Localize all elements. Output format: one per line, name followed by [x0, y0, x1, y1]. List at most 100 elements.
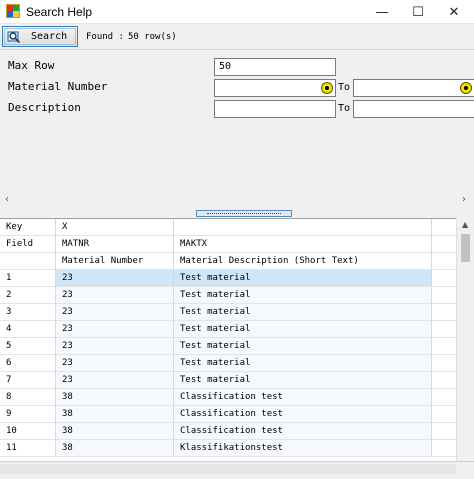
table-row[interactable]: 11 38 Klassifikationstest: [0, 440, 456, 457]
material-number-from-input[interactable]: [214, 79, 336, 97]
grid-cell[interactable]: 38: [56, 389, 174, 406]
grid-cell: Field: [0, 236, 56, 253]
grid-cell[interactable]: 8: [0, 389, 56, 406]
grid-cell[interactable]: Test material: [174, 287, 432, 304]
grid-cell[interactable]: Test material: [174, 304, 432, 321]
material-number-label: Material Number: [8, 80, 108, 93]
table-row[interactable]: 7 23 Test material: [0, 372, 456, 389]
scroll-left-icon[interactable]: ‹: [5, 194, 9, 205]
criteria-horizontal-scrollbar[interactable]: ‹ ›: [0, 192, 474, 208]
description-from-input[interactable]: [214, 100, 336, 118]
grid-cell: [432, 236, 456, 253]
search-icon: [7, 31, 21, 43]
grid-cell: [432, 253, 456, 270]
grid-cell[interactable]: Test material: [174, 338, 432, 355]
material-number-to-input[interactable]: [353, 79, 474, 97]
grid-cell[interactable]: 23: [56, 338, 174, 355]
title-bar: Search Help — ☐ ✕: [0, 0, 474, 24]
close-button[interactable]: ✕: [436, 0, 472, 24]
grid-cell[interactable]: 38: [56, 440, 174, 457]
grid-cell: [432, 219, 456, 236]
description-label: Description: [8, 101, 81, 114]
found-label: Found :: [86, 32, 124, 42]
grid-cell: [432, 406, 456, 423]
window-title: Search Help: [26, 5, 93, 19]
grid-cell[interactable]: Classification test: [174, 389, 432, 406]
maximize-button[interactable]: ☐: [400, 0, 436, 24]
grid-horizontal-scrollbar[interactable]: [0, 461, 474, 479]
description-to-input[interactable]: [353, 100, 474, 118]
grid-cell[interactable]: 11: [0, 440, 56, 457]
splitter-handle[interactable]: [196, 210, 292, 217]
grid-cell[interactable]: 38: [56, 406, 174, 423]
grid-cell: [432, 321, 456, 338]
grid-key-row: Key X: [0, 219, 456, 236]
grid-cell[interactable]: 6: [0, 355, 56, 372]
table-row[interactable]: 5 23 Test material: [0, 338, 456, 355]
grid-cell[interactable]: 23: [56, 321, 174, 338]
toolbar: Search Found :50 row(s): [0, 25, 474, 49]
grid-cell: Material Description (Short Text): [174, 253, 432, 270]
grid-cell[interactable]: Test material: [174, 372, 432, 389]
table-row[interactable]: 9 38 Classification test: [0, 406, 456, 423]
grid-cell: [0, 253, 56, 270]
grid-cell[interactable]: 23: [56, 287, 174, 304]
result-grid: Key X Field MATNR MAKTX Material Number …: [0, 218, 474, 461]
value-help-icon[interactable]: [460, 82, 472, 94]
table-row[interactable]: 2 23 Test material: [0, 287, 456, 304]
grid-vertical-scrollbar[interactable]: ▲: [456, 218, 474, 461]
grid-cell[interactable]: 38: [56, 423, 174, 440]
material-number-to-label: To: [338, 82, 351, 93]
grid-cell[interactable]: 3: [0, 304, 56, 321]
grid-cell[interactable]: 4: [0, 321, 56, 338]
grid-cell[interactable]: Classification test: [174, 406, 432, 423]
grid-cell[interactable]: 5: [0, 338, 56, 355]
grid-cell[interactable]: Test material: [174, 321, 432, 338]
grid-cell[interactable]: Classification test: [174, 423, 432, 440]
grid-cell: Material Number: [56, 253, 174, 270]
grid-cell[interactable]: 9: [0, 406, 56, 423]
table-row[interactable]: 8 38 Classification test: [0, 389, 456, 406]
grid-cell: [432, 355, 456, 372]
grid-cell: [432, 423, 456, 440]
grid-cell: [432, 338, 456, 355]
table-row[interactable]: 1 23 Test material: [0, 270, 456, 287]
table-row[interactable]: 10 38 Classification test: [0, 423, 456, 440]
scrollbar-track[interactable]: [0, 464, 456, 474]
grid-cell[interactable]: 23: [56, 355, 174, 372]
grid-cell[interactable]: Klassifikationstest: [174, 440, 432, 457]
grid-field-row: Field MATNR MAKTX: [0, 236, 456, 253]
grid-cell[interactable]: 10: [0, 423, 56, 440]
grid-cell: MATNR: [56, 236, 174, 253]
grid-cell: [432, 440, 456, 457]
table-row[interactable]: 3 23 Test material: [0, 304, 456, 321]
table-row[interactable]: 4 23 Test material: [0, 321, 456, 338]
value-help-icon[interactable]: [321, 82, 333, 94]
grid-cell: [174, 219, 432, 236]
close-icon: ✕: [448, 4, 460, 20]
scroll-up-icon[interactable]: ▲: [462, 220, 468, 229]
minimize-icon: —: [375, 4, 389, 20]
grid-cell[interactable]: 23: [56, 372, 174, 389]
search-button[interactable]: Search: [2, 26, 78, 47]
scrollbar-thumb[interactable]: [461, 234, 470, 262]
grid-cell[interactable]: 23: [56, 304, 174, 321]
grid-cell[interactable]: 7: [0, 372, 56, 389]
table-row[interactable]: 6 23 Test material: [0, 355, 456, 372]
grid-cell: MAKTX: [174, 236, 432, 253]
grid-description-row: Material Number Material Description (Sh…: [0, 253, 456, 270]
minimize-button[interactable]: —: [364, 0, 400, 24]
grid-cell[interactable]: Test material: [174, 355, 432, 372]
grid-cell: [432, 287, 456, 304]
grid-cell: [432, 304, 456, 321]
max-row-label: Max Row: [8, 59, 55, 72]
grid-cell[interactable]: 1: [0, 270, 56, 287]
grid-cell[interactable]: 2: [0, 287, 56, 304]
grid-cell: [432, 372, 456, 389]
grid-cell[interactable]: Test material: [174, 270, 432, 287]
grid-cell: [432, 389, 456, 406]
grid-cell: Key: [0, 219, 56, 236]
max-row-input[interactable]: 50: [214, 58, 336, 76]
grid-cell[interactable]: 23: [56, 270, 174, 287]
scroll-right-icon[interactable]: ›: [462, 194, 466, 205]
